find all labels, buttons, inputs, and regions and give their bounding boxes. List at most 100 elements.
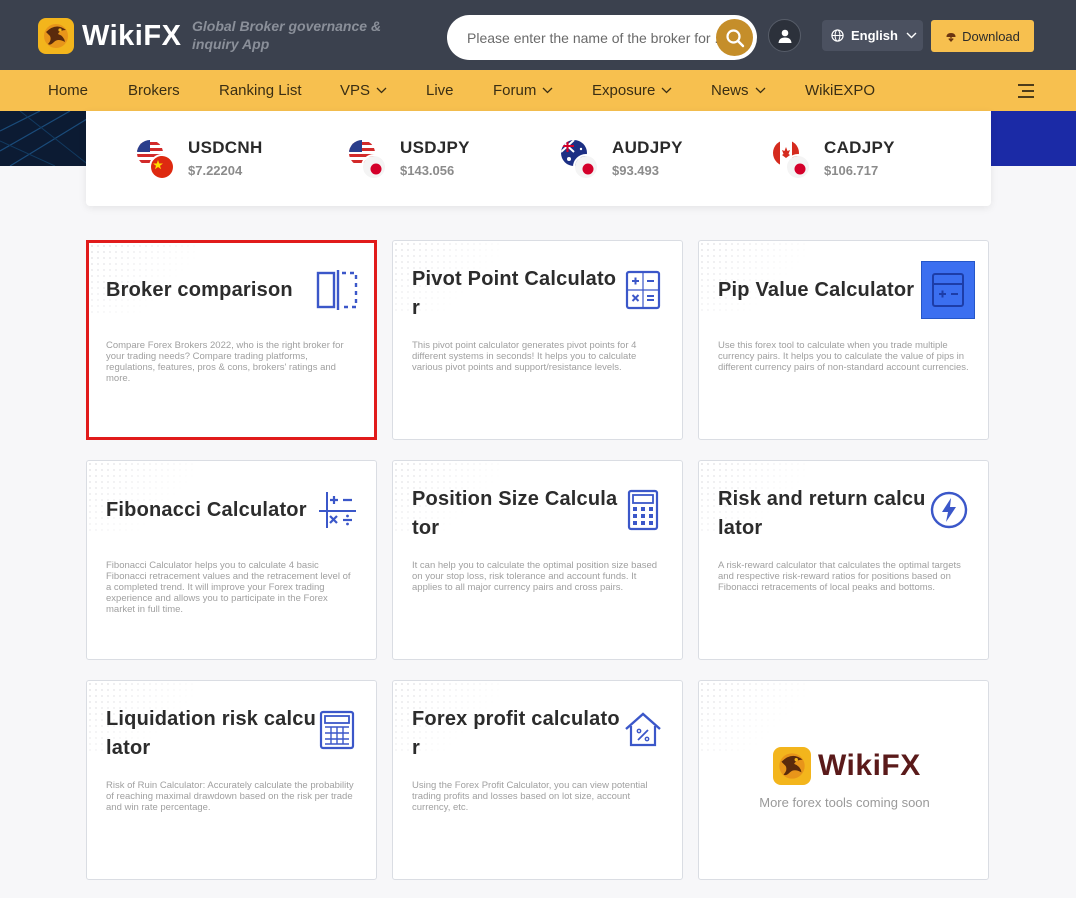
nav-exposure[interactable]: Exposure <box>592 82 672 99</box>
coming-soon-card: WikiFX More forex tools coming soon <box>698 680 989 880</box>
flag-pair <box>137 140 179 180</box>
globe-icon <box>831 29 844 42</box>
card-description: Fibonacci Calculator helps you to calcul… <box>106 560 351 615</box>
tool-card-position-size-calculator[interactable]: Position Size Calculator It can help you… <box>392 460 683 660</box>
card-title: Pip Value Calculator <box>718 279 915 301</box>
ticker-price: $143.056 <box>400 163 455 178</box>
card-description: Using the Forex Profit Calculator, you c… <box>412 780 648 813</box>
nav-news[interactable]: News <box>711 82 766 99</box>
tool-card-pivot-point-calculator[interactable]: Pivot Point Calculator This pivot point … <box>392 240 683 440</box>
search-button[interactable] <box>716 19 753 56</box>
main-nav: Home Brokers Ranking List VPS Live Forum… <box>0 70 1076 111</box>
tool-card-pip-value-calculator[interactable]: Pip Value Calculator Use this forex tool… <box>698 240 989 440</box>
lightning-icon <box>928 489 970 531</box>
ticker-price: $7.22204 <box>188 163 243 178</box>
card-description: A risk-reward calculator that calculates… <box>718 560 961 593</box>
chevron-down-icon <box>906 32 917 39</box>
logo-text: WikiFX <box>818 749 921 782</box>
nav-label: VPS <box>340 82 371 99</box>
keypad-calculator-icon <box>622 489 664 531</box>
ticker-item-usdjpy[interactable]: USDJPY $143.056 <box>349 138 529 182</box>
card-description: It can help you to calculate the optimal… <box>412 560 658 593</box>
top-header: WikiFX Global Broker governance & inquir… <box>0 0 1076 70</box>
eagle-logo-icon <box>38 18 74 54</box>
card-description: Risk of Ruin Calculator: Accurately calc… <box>106 780 354 813</box>
ticker-price: $93.493 <box>612 163 659 178</box>
jp-flag-icon <box>361 154 387 180</box>
ticker-item-audjpy[interactable]: AUDJPY $93.493 <box>561 138 741 182</box>
calculator-icon <box>622 269 664 311</box>
search-icon <box>725 28 744 47</box>
nav-ranking-list[interactable]: Ranking List <box>219 82 302 99</box>
ticker-price: $106.717 <box>824 163 879 178</box>
tool-card-risk-return-calculator[interactable]: Risk and return calculator A risk-reward… <box>698 460 989 660</box>
card-title: Forex profit calculator <box>412 708 620 759</box>
jp-flag-icon <box>785 154 811 180</box>
ticker-item-usdcnh[interactable]: USDCNH $7.22204 <box>137 138 317 182</box>
card-title: Pivot Point Calculator <box>412 268 617 319</box>
flag-pair <box>561 140 603 180</box>
tool-card-forex-profit-calculator[interactable]: Forex profit calculator Using the Forex … <box>392 680 683 880</box>
pip-calculator-icon <box>921 261 975 319</box>
cn-flag-icon <box>149 154 175 180</box>
coming-soon-text: More forex tools coming soon <box>759 795 930 810</box>
nav-label: Ranking List <box>219 82 302 99</box>
download-label: Download <box>962 28 1020 44</box>
card-title: Liquidation risk calculator <box>106 708 316 759</box>
ticker-item-cadjpy[interactable]: CADJPY $106.717 <box>773 138 953 182</box>
download-icon <box>946 33 956 42</box>
tagline: Global Broker governance & inquiry App <box>192 18 382 52</box>
card-pattern <box>699 681 809 751</box>
nav-label: WikiEXPO <box>805 82 876 99</box>
ticker-symbol: AUDJPY <box>612 138 683 157</box>
nav-label: Forum <box>493 82 537 99</box>
ticker-symbol: USDJPY <box>400 138 470 157</box>
card-title: Fibonacci Calculator <box>106 499 307 521</box>
search-input[interactable] <box>467 27 717 49</box>
chevron-down-icon <box>755 87 765 94</box>
nav-label: News <box>711 82 749 99</box>
nav-label: Live <box>426 82 454 99</box>
card-description: This pivot point calculator generates pi… <box>412 340 637 373</box>
jp-flag-icon <box>573 154 599 180</box>
currency-ticker: USDCNH $7.22204 USDJPY $143.056 AUDJPY $… <box>86 111 991 206</box>
nav-home[interactable]: Home <box>48 82 88 99</box>
chevron-down-icon <box>376 87 387 94</box>
user-account-button[interactable] <box>768 19 801 52</box>
grid-calculator-icon <box>316 709 358 751</box>
nav-label: Home <box>48 82 89 99</box>
download-button[interactable]: Download <box>931 20 1034 52</box>
card-title: Position Size Calculator <box>412 488 618 539</box>
nav-wikiexpo[interactable]: WikiEXPO <box>805 82 875 99</box>
eagle-logo-icon <box>773 747 811 785</box>
nav-brokers[interactable]: Brokers <box>128 82 180 99</box>
card-title: Broker comparison <box>106 279 293 301</box>
ticker-symbol: USDCNH <box>188 138 263 157</box>
hamburger-menu-icon[interactable] <box>1017 83 1035 99</box>
ticker-symbol: CADJPY <box>824 138 895 157</box>
card-description: Use this forex tool to calculate when yo… <box>718 340 969 373</box>
compare-icon <box>316 269 358 311</box>
tool-card-broker-comparison[interactable]: Broker comparison Compare Forex Brokers … <box>86 240 377 440</box>
flag-pair <box>773 140 815 180</box>
flag-pair <box>349 140 391 180</box>
house-percent-icon <box>622 709 664 751</box>
nav-live[interactable]: Live <box>426 82 454 99</box>
chevron-down-icon <box>661 87 672 94</box>
logo-text: WikiFX <box>82 19 182 52</box>
chevron-down-icon <box>542 87 553 94</box>
card-title: Risk and return calculator <box>718 488 926 539</box>
math-symbols-icon <box>316 489 358 531</box>
tool-card-liquidation-risk-calculator[interactable]: Liquidation risk calculator Risk of Ruin… <box>86 680 377 880</box>
search-box <box>447 15 757 60</box>
nav-forum[interactable]: Forum <box>493 82 553 99</box>
user-icon <box>778 29 791 43</box>
nav-vps[interactable]: VPS <box>340 82 387 99</box>
card-description: Compare Forex Brokers 2022, who is the r… <box>106 340 344 384</box>
language-label: English <box>851 28 898 43</box>
language-selector[interactable]: English <box>822 20 923 51</box>
nav-label: Brokers <box>128 82 180 99</box>
wikifx-logo: WikiFX <box>773 747 921 785</box>
wikifx-logo[interactable]: WikiFX <box>38 18 181 54</box>
tool-card-fibonacci-calculator[interactable]: Fibonacci Calculator Fibonacci Calculato… <box>86 460 377 660</box>
